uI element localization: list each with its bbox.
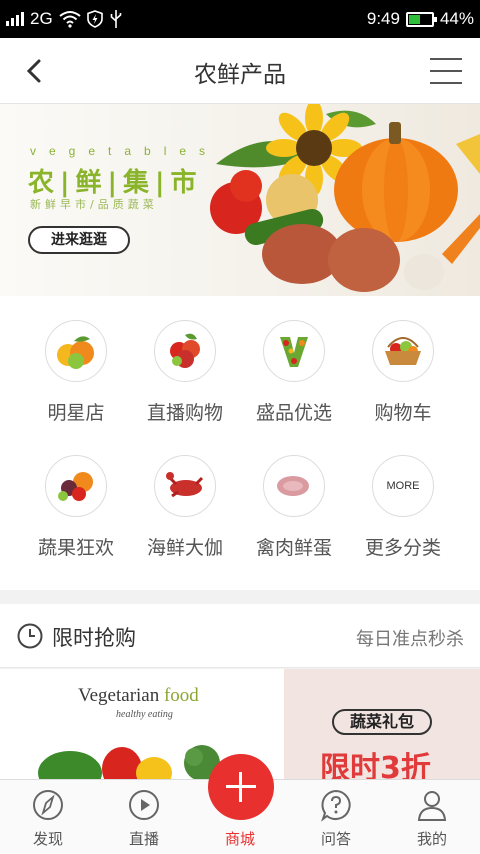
category-label: 更多分类 [364, 537, 441, 559]
category-label: 盛品优选 [255, 402, 332, 424]
category-item[interactable]: 购物车 [343, 320, 463, 425]
banner-small-text: vegetables [30, 144, 219, 158]
category-grid: 明星店 直播购物 盛品优选 购物车 蔬果狂欢 海鲜大伽 禽肉鲜蛋 MORE 更多… [0, 296, 480, 590]
category-label: 海鲜大伽 [146, 537, 223, 559]
gift-pack-promo-card[interactable]: 蔬菜礼包 限时3折 [284, 669, 480, 779]
question-icon [321, 789, 351, 822]
category-label: 禽肉鲜蛋 [255, 537, 332, 559]
category-item[interactable]: MORE 更多分类 [343, 455, 463, 560]
user-icon [417, 791, 447, 821]
promo-title-accent: food [163, 685, 199, 706]
category-item[interactable]: 盛品优选 [234, 320, 354, 425]
discount-label: 限时3折 [320, 751, 431, 779]
category-label: 明星店 [47, 402, 105, 424]
hamburger-menu-icon[interactable] [430, 58, 462, 84]
category-item[interactable]: 蔬果狂欢 [16, 455, 136, 560]
banner-headline: 农|鲜|集|市 [28, 168, 203, 198]
fruit-icon [45, 320, 107, 382]
shield-icon [86, 10, 103, 28]
flash-sale-title: 限时抢购 [52, 626, 136, 650]
tab-discover[interactable]: 发现 [0, 780, 96, 854]
gift-pack-tag: 蔬菜礼包 [332, 709, 432, 735]
meat-icon [263, 455, 325, 517]
banner-enter-button[interactable]: 进来逛逛 [28, 226, 130, 254]
status-bar: 2G 9:49 44% [0, 0, 480, 38]
vegetables-illustration [210, 104, 480, 292]
more-icon-text: MORE [386, 480, 420, 492]
v-logo-icon [263, 320, 325, 382]
usb-icon [110, 10, 121, 28]
vegetables-icon [45, 455, 107, 517]
tab-label: 发现 [32, 830, 63, 848]
clock-icon [17, 623, 43, 649]
promo-title-main: Vegetarian [78, 685, 164, 706]
promo-banner[interactable]: vegetables 农|鲜|集|市 新鲜早市/品质蔬菜 进来逛逛 [0, 104, 480, 296]
tab-label: 问答 [320, 830, 351, 848]
category-item[interactable]: 直播购物 [125, 320, 245, 425]
plus-icon[interactable] [208, 754, 274, 820]
more-icon: MORE [372, 455, 434, 517]
vegetables-photo [38, 745, 220, 779]
basket-icon [372, 320, 434, 382]
battery-percent: 44% [439, 9, 474, 28]
page-title: 农鲜产品 [194, 62, 286, 88]
tab-label: 商城 [224, 830, 255, 848]
wifi-icon [59, 11, 81, 28]
lobster-icon [154, 455, 216, 517]
category-item[interactable]: 明星店 [16, 320, 136, 425]
category-label: 直播购物 [146, 402, 223, 424]
category-item[interactable]: 禽肉鲜蛋 [234, 455, 354, 560]
app-header: 农鲜产品 [0, 38, 480, 104]
promo-title: Vegetarian food [78, 685, 199, 707]
battery-icon [405, 11, 437, 27]
network-type: 2G [30, 9, 53, 28]
tab-label: 我的 [416, 830, 447, 848]
fruit-bowl-icon [154, 320, 216, 382]
app-screen: 2G 9:49 44% 农鲜产品 vegetables 农|鲜|集|市 新鲜早市… [0, 0, 480, 854]
category-item[interactable]: 海鲜大伽 [125, 455, 245, 560]
flash-sale-link[interactable]: 每日准点秒杀 [356, 625, 464, 651]
promo-subtitle: healthy eating [116, 709, 173, 720]
tab-label: 直播 [128, 830, 159, 848]
flash-sale-header: 限时抢购 每日准点秒杀 [0, 604, 480, 668]
tab-me[interactable]: 我的 [384, 780, 480, 854]
compass-icon [33, 790, 63, 820]
tab-live[interactable]: 直播 [96, 780, 192, 854]
tab-qa[interactable]: 问答 [288, 780, 384, 854]
category-label: 购物车 [374, 402, 432, 424]
banner-subtitle: 新鲜早市/品质蔬菜 [30, 198, 158, 211]
signal-icon [6, 12, 24, 26]
category-label: 蔬果狂欢 [37, 537, 114, 559]
clock-time: 9:49 [366, 9, 400, 28]
play-icon [129, 790, 159, 820]
